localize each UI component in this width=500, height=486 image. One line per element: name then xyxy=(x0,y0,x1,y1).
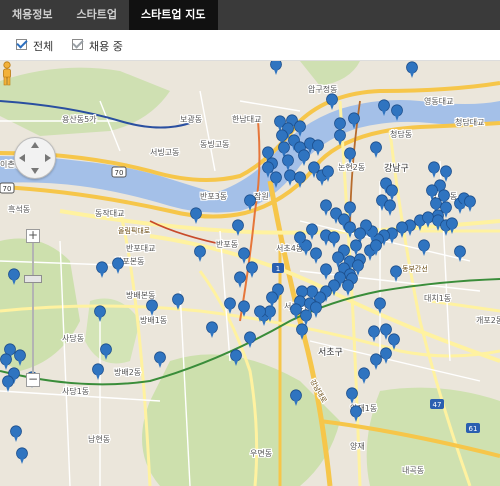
svg-text:청담동: 청담동 xyxy=(390,129,412,139)
svg-text:반포동: 반포동 xyxy=(216,240,238,249)
svg-text:47: 47 xyxy=(433,401,442,409)
svg-text:동부간선: 동부간선 xyxy=(402,264,428,273)
svg-text:흑석동: 흑석동 xyxy=(8,204,30,214)
svg-text:용산동5가: 용산동5가 xyxy=(62,114,97,124)
svg-text:반포3동: 반포3동 xyxy=(200,192,227,201)
svg-text:동빙고동: 동빙고동 xyxy=(200,140,229,149)
pan-down-icon[interactable] xyxy=(31,168,39,174)
svg-text:사당1동: 사당1동 xyxy=(62,386,89,396)
svg-text:영동대교: 영동대교 xyxy=(424,96,453,106)
pan-up-icon[interactable] xyxy=(31,142,39,148)
svg-text:양재: 양재 xyxy=(350,442,365,451)
top-navigation: 채용정보 스타트업 스타트업 지도 xyxy=(0,0,500,30)
svg-text:70: 70 xyxy=(3,185,12,193)
svg-text:동작대교: 동작대교 xyxy=(95,208,124,218)
svg-text:서초구: 서초구 xyxy=(318,347,343,358)
svg-text:우면동: 우면동 xyxy=(250,448,272,458)
svg-text:1: 1 xyxy=(276,265,280,273)
pan-left-icon[interactable] xyxy=(19,154,25,162)
svg-text:남현동: 남현동 xyxy=(88,435,110,444)
svg-text:방배본동: 방배본동 xyxy=(126,290,155,300)
zoom-in-button[interactable]: + xyxy=(26,229,40,243)
tab-startup-map[interactable]: 스타트업 지도 xyxy=(128,0,218,30)
svg-text:61: 61 xyxy=(469,425,478,433)
svg-text:내곡동: 내곡동 xyxy=(402,466,424,475)
map-canvas[interactable]: 압구정동 영동대교 청담동 청담대교 용산동5가 보광동 한남대교 동빙고동 논… xyxy=(0,61,500,486)
zoom-control: + − xyxy=(24,229,42,387)
svg-text:강남구: 강남구 xyxy=(384,163,409,174)
zoom-slider-thumb[interactable] xyxy=(24,275,42,283)
filter-all-checkbox[interactable] xyxy=(16,37,28,50)
street-view-pegman-icon[interactable] xyxy=(0,61,14,87)
filter-all-label[interactable]: 전체 xyxy=(33,38,53,54)
svg-text:방배1동: 방배1동 xyxy=(140,315,167,325)
svg-text:보광동: 보광동 xyxy=(180,114,202,124)
zoom-slider-track[interactable] xyxy=(32,243,34,373)
map-view[interactable]: 압구정동 영동대교 청담동 청담대교 용산동5가 보광동 한남대교 동빙고동 논… xyxy=(0,61,500,486)
pan-control[interactable] xyxy=(14,137,56,179)
svg-text:압구정동: 압구정동 xyxy=(308,84,337,94)
svg-text:청담대교: 청담대교 xyxy=(455,117,484,127)
svg-text:70: 70 xyxy=(115,169,124,177)
filter-hiring-label[interactable]: 채용 중 xyxy=(89,38,123,54)
svg-text:논현2동: 논현2동 xyxy=(338,163,365,172)
svg-text:개포2동: 개포2동 xyxy=(476,315,500,325)
svg-text:올림픽대로: 올림픽대로 xyxy=(118,226,151,235)
zoom-out-button[interactable]: − xyxy=(26,373,40,387)
svg-text:잠원: 잠원 xyxy=(254,191,269,201)
svg-text:한남대교: 한남대교 xyxy=(232,115,261,124)
svg-text:방배2동: 방배2동 xyxy=(114,367,141,377)
pan-right-icon[interactable] xyxy=(45,154,51,162)
tab-startups[interactable]: 스타트업 xyxy=(64,0,128,30)
svg-text:대치1동: 대치1동 xyxy=(424,294,451,303)
svg-text:사당동: 사당동 xyxy=(62,333,84,343)
svg-text:반포대교: 반포대교 xyxy=(126,244,155,253)
tab-jobs[interactable]: 채용정보 xyxy=(0,0,64,30)
filter-bar: 전체 채용 중 xyxy=(0,30,500,61)
filter-hiring-checkbox[interactable] xyxy=(72,37,84,50)
svg-text:서빙고동: 서빙고동 xyxy=(150,148,179,157)
